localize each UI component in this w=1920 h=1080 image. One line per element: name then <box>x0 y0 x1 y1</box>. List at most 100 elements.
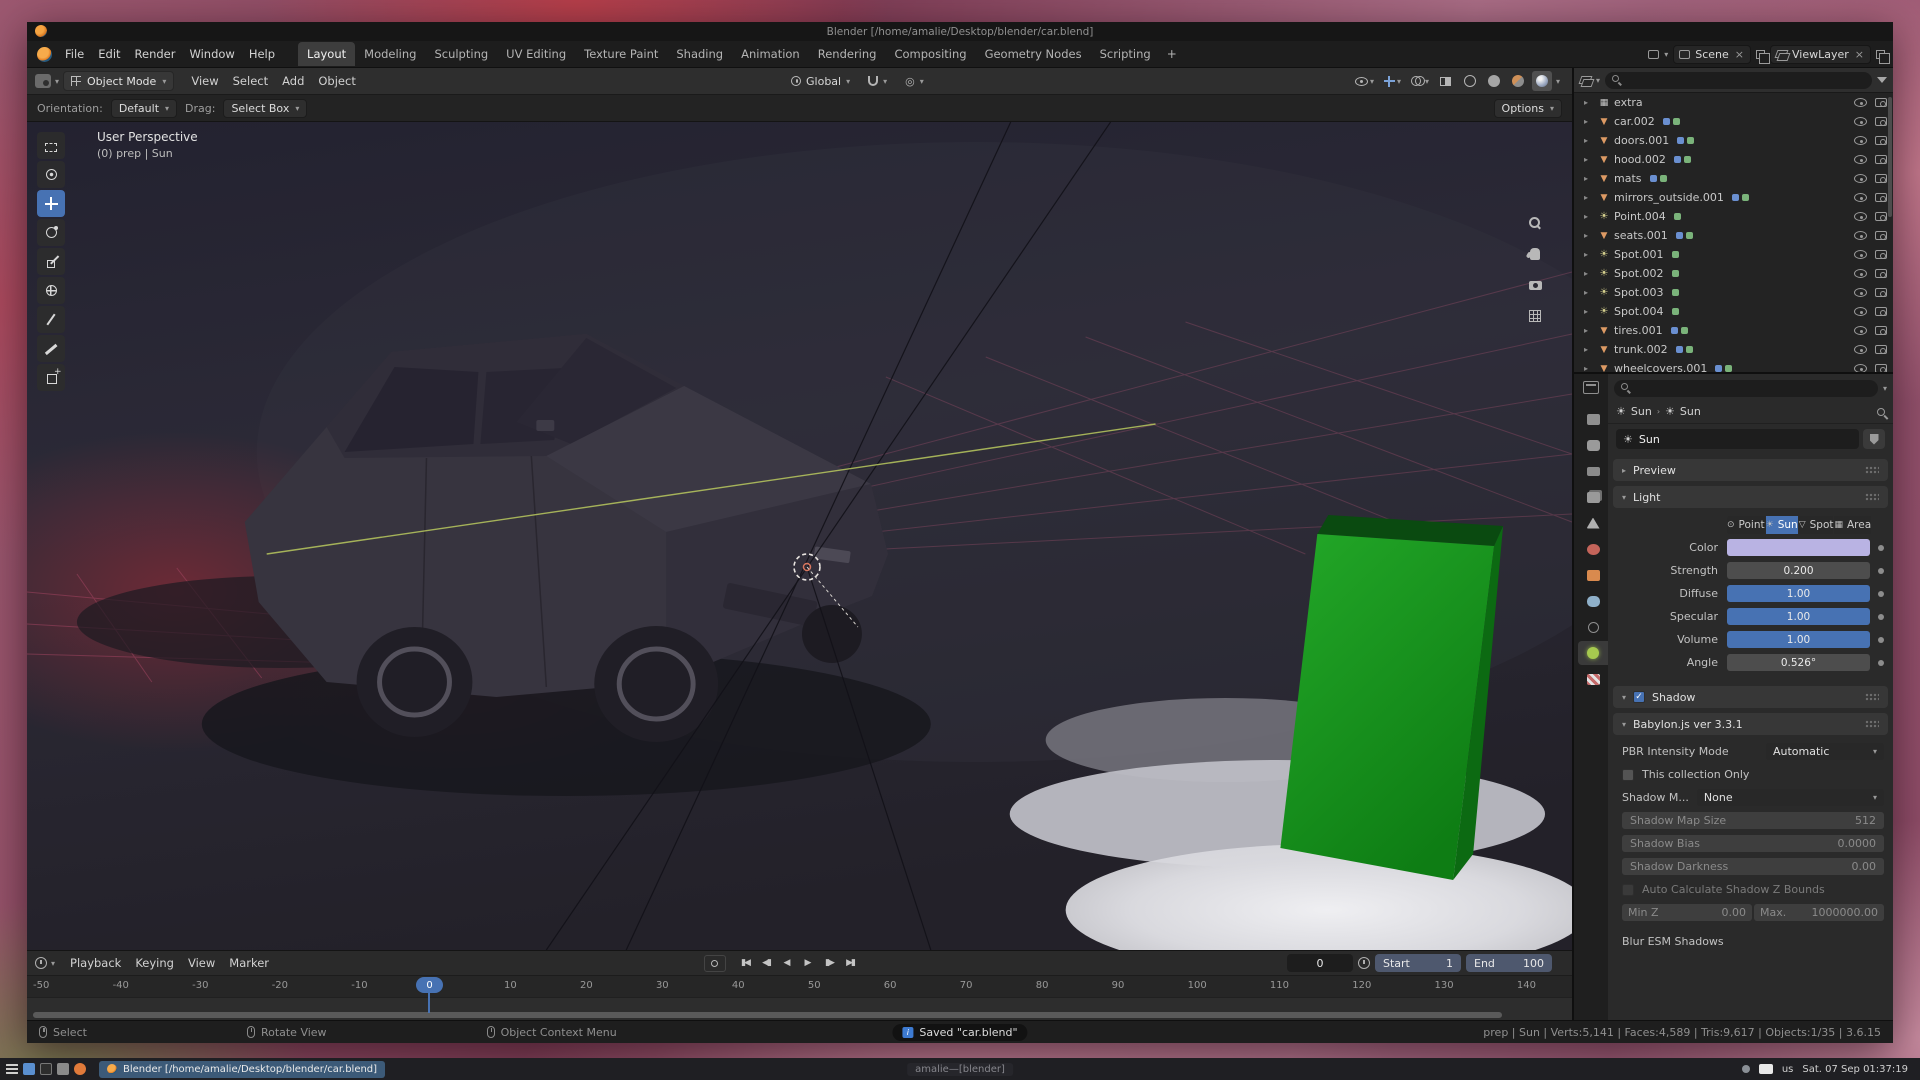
specular-field[interactable]: 1.00 <box>1727 608 1870 625</box>
playhead[interactable]: 0 <box>416 977 443 993</box>
timeline-menu-item[interactable]: Keying <box>128 953 181 973</box>
workspace-tab[interactable]: Animation <box>732 42 809 66</box>
menu-item[interactable]: Help <box>242 44 282 64</box>
outliner-item[interactable]: Spot.001 <box>1574 245 1893 264</box>
outliner-item[interactable]: car.002 <box>1574 112 1893 131</box>
workspace-tab[interactable]: Texture Paint <box>575 42 667 66</box>
play-button[interactable] <box>799 955 818 972</box>
disable-in-render-icon[interactable] <box>1875 155 1887 164</box>
disclosure-arrow-icon[interactable] <box>1584 117 1594 126</box>
disable-in-render-icon[interactable] <box>1875 250 1887 259</box>
outliner-editor-icon[interactable] <box>1580 76 1591 85</box>
outliner-item[interactable]: doors.001 <box>1574 131 1893 150</box>
tool-button[interactable] <box>37 248 65 275</box>
proportional-editing-dropdown[interactable]: ◎ ▾ <box>899 71 930 91</box>
outliner-item[interactable]: extra <box>1574 93 1893 112</box>
properties-search-input[interactable] <box>1636 382 1871 394</box>
hide-in-viewport-icon[interactable] <box>1854 307 1867 316</box>
hide-in-viewport-icon[interactable] <box>1854 231 1867 240</box>
hide-in-viewport-icon[interactable] <box>1854 155 1867 164</box>
play-reverse-button[interactable] <box>778 955 797 972</box>
disable-in-render-icon[interactable] <box>1875 288 1887 297</box>
new-viewlayer-icon[interactable] <box>1876 50 1885 59</box>
disable-in-render-icon[interactable] <box>1875 269 1887 278</box>
light-type-button[interactable]: Spot <box>1799 516 1834 534</box>
disclosure-arrow-icon[interactable] <box>1584 136 1594 145</box>
hide-in-viewport-icon[interactable] <box>1854 174 1867 183</box>
disable-in-render-icon[interactable] <box>1875 212 1887 221</box>
shadow-checkbox[interactable] <box>1633 691 1645 703</box>
volume-field[interactable]: 1.00 <box>1727 631 1870 648</box>
breadcrumb-object[interactable]: Sun <box>1631 405 1652 418</box>
orientation-dropdown[interactable]: Default ▾ <box>111 99 177 118</box>
transform-orientation-dropdown[interactable]: Global ▾ <box>785 71 856 91</box>
diffuse-field[interactable]: 1.00 <box>1727 585 1870 602</box>
terminal-icon[interactable] <box>40 1063 52 1075</box>
disclosure-arrow-icon[interactable] <box>1584 212 1594 221</box>
object-name[interactable]: tires.001 <box>1614 324 1663 337</box>
disclosure-arrow-icon[interactable] <box>1584 250 1594 259</box>
shadow-map-dropdown[interactable]: None ▾ <box>1697 789 1884 806</box>
tool-button[interactable] <box>37 190 65 217</box>
hide-in-viewport-icon[interactable] <box>1854 117 1867 126</box>
start-frame-field[interactable]: Start 1 <box>1375 954 1461 972</box>
orthographic-toggle-button[interactable] <box>1524 305 1546 327</box>
properties-tab[interactable] <box>1578 459 1608 483</box>
workspace-tab[interactable]: Scripting <box>1091 42 1160 66</box>
camera-view-button[interactable] <box>1524 274 1546 296</box>
taskbar-clock[interactable]: Sat. 07 Sep 01:37:19 <box>1802 1064 1908 1075</box>
hide-in-viewport-icon[interactable] <box>1854 136 1867 145</box>
disclosure-arrow-icon[interactable] <box>1584 155 1594 164</box>
zoom-button[interactable] <box>1524 212 1546 234</box>
disable-in-render-icon[interactable] <box>1875 364 1887 372</box>
light-section-header[interactable]: ▾ Light <box>1613 486 1888 508</box>
object-name[interactable]: wheelcovers.001 <box>1614 362 1707 372</box>
hide-in-viewport-icon[interactable] <box>1854 193 1867 202</box>
snapping-dropdown[interactable]: ▾ <box>862 71 893 91</box>
tray-status-icon[interactable] <box>1742 1065 1750 1073</box>
pan-button[interactable] <box>1524 243 1546 265</box>
properties-tab[interactable] <box>1578 641 1608 665</box>
object-name[interactable]: seats.001 <box>1614 229 1668 242</box>
shading-material-button[interactable] <box>1508 71 1528 91</box>
previous-keyframe-button[interactable] <box>757 955 776 972</box>
tool-button[interactable] <box>37 161 65 188</box>
keyframe-dot[interactable] <box>1878 545 1884 551</box>
properties-tab[interactable] <box>1578 485 1608 509</box>
shading-dropdown-icon[interactable]: ▾ <box>1556 77 1560 86</box>
outliner-item[interactable]: tires.001 <box>1574 321 1893 340</box>
text-editor-icon[interactable] <box>57 1063 69 1075</box>
object-name[interactable]: Point.004 <box>1614 210 1666 223</box>
disclosure-arrow-icon[interactable] <box>1584 98 1594 107</box>
outliner-item[interactable]: hood.002 <box>1574 150 1893 169</box>
properties-tab[interactable] <box>1578 537 1608 561</box>
properties-search[interactable] <box>1614 380 1878 397</box>
outliner-item[interactable]: Point.004 <box>1574 207 1893 226</box>
outliner-item[interactable]: mirrors_outside.001 <box>1574 188 1893 207</box>
timeline-scrollbar[interactable] <box>33 1012 1502 1018</box>
disclosure-arrow-icon[interactable] <box>1584 307 1594 316</box>
timeline-ruler[interactable]: -50-40-30-20-100102030405060708090100110… <box>27 975 1572 997</box>
new-scene-icon[interactable] <box>1756 50 1765 59</box>
app-menu-icon[interactable] <box>6 1063 18 1075</box>
outliner-search-input[interactable] <box>1627 74 1865 86</box>
tool-button[interactable] <box>37 132 65 159</box>
properties-tab[interactable] <box>1578 433 1608 457</box>
hide-in-viewport-icon[interactable] <box>1854 364 1867 372</box>
remove-viewlayer-icon[interactable]: × <box>1854 48 1865 61</box>
object-name[interactable]: car.002 <box>1614 115 1655 128</box>
preview-range-icon[interactable] <box>1358 957 1370 969</box>
show-object-types-button[interactable]: ▾ <box>1352 71 1377 91</box>
disclosure-arrow-icon[interactable] <box>1584 364 1594 372</box>
browse-scene-icon[interactable] <box>1648 50 1659 59</box>
light-type-button[interactable]: Area <box>1834 516 1871 534</box>
disclosure-arrow-icon[interactable] <box>1584 269 1594 278</box>
workspace-tab[interactable]: Layout <box>298 42 355 66</box>
outliner-item[interactable]: seats.001 <box>1574 226 1893 245</box>
object-name[interactable]: Spot.002 <box>1614 267 1664 280</box>
disable-in-render-icon[interactable] <box>1875 193 1887 202</box>
outliner-item[interactable]: mats <box>1574 169 1893 188</box>
disable-in-render-icon[interactable] <box>1875 326 1887 335</box>
object-name[interactable]: Spot.004 <box>1614 305 1664 318</box>
outliner-item[interactable]: Spot.003 <box>1574 283 1893 302</box>
